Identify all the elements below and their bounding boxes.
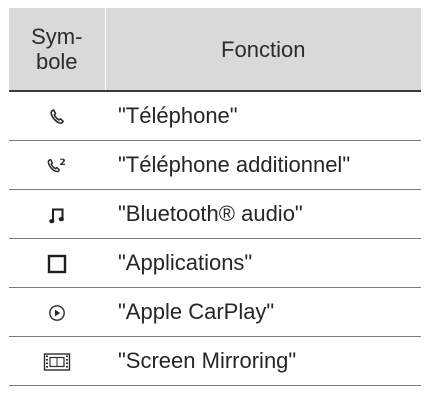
table-header-row: Sym- bole Fonction xyxy=(9,8,421,92)
function-cell: "Téléphone" xyxy=(105,91,421,141)
svg-text:2: 2 xyxy=(60,158,66,168)
symbol-header-line1: Sym- xyxy=(31,24,83,49)
symbol-cell xyxy=(9,189,105,239)
table-row: "Apple CarPlay" xyxy=(9,287,421,337)
symbol-column-header: Sym- bole xyxy=(9,8,106,92)
symbol-function-table: Sym- bole Fonction "Téléphone" 2 "Téléph… xyxy=(9,8,421,386)
function-cell: "Téléphone additionnel" xyxy=(105,140,421,190)
phone-icon xyxy=(48,108,66,126)
table-row: "Applications" xyxy=(9,238,421,288)
screen-mirroring-film-icon xyxy=(43,352,71,372)
table-row: "Téléphone" xyxy=(9,91,421,141)
table-row: 2 "Téléphone additionnel" xyxy=(9,140,421,190)
table-row: "Bluetooth® audio" xyxy=(9,189,421,239)
music-note-icon xyxy=(48,205,66,225)
function-cell: "Applications" xyxy=(105,238,421,288)
symbol-cell xyxy=(9,91,105,141)
applications-square-icon xyxy=(47,254,67,274)
symbol-cell xyxy=(9,336,105,386)
symbol-header-line2: bole xyxy=(35,49,78,74)
function-column-header: Fonction xyxy=(105,8,421,92)
function-cell: "Screen Mirroring" xyxy=(105,336,421,386)
function-cell: "Bluetooth® audio" xyxy=(105,189,421,239)
symbol-cell xyxy=(9,238,105,288)
additional-phone-icon: 2 xyxy=(46,156,68,176)
symbol-cell: 2 xyxy=(9,140,105,190)
carplay-play-icon xyxy=(48,304,66,322)
table-row: "Screen Mirroring" xyxy=(9,336,421,386)
symbol-cell xyxy=(9,287,105,337)
function-cell: "Apple CarPlay" xyxy=(105,287,421,337)
